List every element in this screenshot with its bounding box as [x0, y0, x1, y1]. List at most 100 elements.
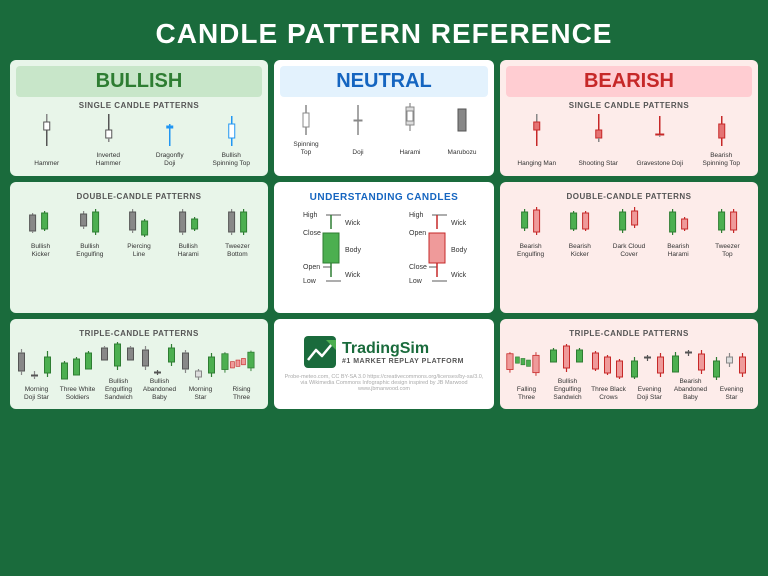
- footer-logo: TradingSim #1 MARKET REPLAY PLATFORM: [304, 336, 464, 368]
- bullish-column: BULLISH SINGLE CANDLE PATTERNS Hammer: [10, 60, 268, 176]
- bearish-engulfing-sandwich-svg: [547, 340, 588, 378]
- spinning-top-pattern: SpinningTop: [280, 101, 332, 157]
- bearish-spinning-top-svg: [691, 112, 753, 150]
- falling-three-pattern: FallingThree: [506, 345, 547, 401]
- evening-star-pattern: EveningStar: [711, 345, 752, 401]
- bearish-kicker-label: BearishKicker: [569, 241, 591, 259]
- bearish-harami-label: BearishHarami: [667, 241, 689, 259]
- piercing-line-pattern: PiercingLine: [114, 203, 163, 259]
- brand-name: TradingSim: [342, 340, 464, 358]
- bearish-double-column: DOUBLE-CANDLE PATTERNS BearishEngulfing: [500, 182, 758, 313]
- gravestone-doji-svg: [629, 112, 691, 150]
- top-three-col: BULLISH SINGLE CANDLE PATTERNS Hammer: [10, 60, 758, 176]
- red-candle-diagram: High Open Close: [386, 207, 488, 307]
- svg-text:Low: Low: [303, 278, 317, 285]
- evening-doji-star-pattern: EveningDoji Star: [629, 345, 670, 401]
- bullish-abandoned-baby-pattern: BullishAbandonedBaby: [139, 340, 180, 401]
- spinning-top-svg: [280, 101, 332, 139]
- bearish-single-row: Hanging Man Shooting Star: [506, 112, 752, 168]
- green-candle-diagram: High Close Open: [280, 207, 382, 307]
- inverted-hammer-svg: [78, 112, 140, 150]
- morning-star-pattern: MorningStar: [180, 345, 221, 401]
- three-white-soldiers-label: Three WhiteSoldiers: [60, 383, 95, 401]
- tweezer-bottom-svg: [213, 203, 262, 241]
- red-candle-svg: High Open Close: [407, 207, 467, 307]
- bearish-abandoned-baby-svg: [670, 340, 711, 378]
- bearish-harami-pattern: BearishHarami: [654, 203, 703, 259]
- understanding-candles-section: High Close Open: [280, 207, 488, 307]
- three-black-crows-svg: [588, 345, 629, 383]
- hammer-label: Hammer: [34, 150, 59, 168]
- evening-doji-star-svg: [629, 345, 670, 383]
- tweezer-top-pattern: TweezerTop: [703, 203, 752, 259]
- three-black-crows-label: Three BlackCrows: [591, 383, 626, 401]
- svg-text:Low: Low: [409, 278, 423, 285]
- marubozu-pattern: Marubozu: [436, 101, 488, 157]
- rising-three-svg: [221, 345, 262, 383]
- morning-doji-star-label: MorningDoji Star: [24, 383, 49, 401]
- bullish-kicker-label: BullishKicker: [31, 241, 50, 259]
- main-container: CANDLE PATTERN REFERENCE BULLISH SINGLE …: [0, 0, 768, 419]
- bullish-spinning-top-label: BullishSpinning Top: [213, 150, 250, 168]
- rising-three-label: RisingThree: [232, 383, 250, 401]
- svg-text:Close: Close: [303, 230, 321, 237]
- bullish-header: BULLISH: [16, 66, 262, 97]
- neutral-header: NEUTRAL: [280, 66, 488, 97]
- morning-star-svg: [180, 345, 221, 383]
- bullish-spinning-top-pattern: BullishSpinning Top: [201, 112, 263, 168]
- bearish-double-label: DOUBLE-CANDLE PATTERNS: [506, 192, 752, 201]
- bearish-abandoned-baby-label: BearishAbandonedBaby: [674, 378, 707, 401]
- marubozu-label: Marubozu: [448, 139, 477, 157]
- bullish-triple-row: MorningDoji Star Three W: [16, 340, 262, 401]
- hanging-man-pattern: Hanging Man: [506, 112, 568, 168]
- bearish-triple-label: TRIPLE-CANDLE PATTERNS: [506, 329, 752, 338]
- neutral-column: NEUTRAL SpinningTop: [274, 60, 494, 176]
- morning-star-label: MorningStar: [189, 383, 212, 401]
- bullish-double-label: DOUBLE-CANDLE PATTERNS: [16, 192, 262, 201]
- bearish-engulfing-sandwich-pattern: BullishEngulfingSandwich: [547, 340, 588, 401]
- bullish-double-row: BullishKicker BullishEngulfing: [16, 203, 262, 259]
- morning-doji-star-pattern: MorningDoji Star: [16, 345, 57, 401]
- bullish-kicker-pattern: BullishKicker: [16, 203, 65, 259]
- bearish-column: BEARISH SINGLE CANDLE PATTERNS Hanging M…: [500, 60, 758, 176]
- doji-label: Doji: [352, 139, 363, 157]
- bullish-harami-pattern: BullishHarami: [164, 203, 213, 259]
- piercing-line-svg: [114, 203, 163, 241]
- bearish-single-label: SINGLE CANDLE PATTERNS: [506, 101, 752, 110]
- hammer-pattern: Hammer: [16, 112, 78, 168]
- svg-text:Wick: Wick: [451, 220, 467, 227]
- bullish-abandoned-baby-label: BullishAbandonedBaby: [143, 378, 176, 401]
- falling-three-label: FallingThree: [517, 383, 536, 401]
- evening-doji-star-label: EveningDoji Star: [637, 383, 662, 401]
- gravestone-doji-pattern: Gravestone Doji: [629, 112, 691, 168]
- doji-pattern: Doji: [332, 101, 384, 157]
- bearish-engulfing-pattern: BearishEngulfing: [506, 203, 555, 259]
- footer-brand-text: TradingSim #1 MARKET REPLAY PLATFORM: [342, 340, 464, 365]
- svg-text:Wick: Wick: [345, 272, 361, 279]
- tweezer-top-svg: [703, 203, 752, 241]
- shooting-star-label: Shooting Star: [579, 150, 618, 168]
- bearish-spinning-top-label: BearishSpinning Top: [703, 150, 740, 168]
- three-white-soldiers-pattern: Three WhiteSoldiers: [57, 345, 98, 401]
- bullish-engulfing-sandwich-pattern: BullishEngulfingSandwich: [98, 340, 139, 401]
- footer-column: TradingSim #1 MARKET REPLAY PLATFORM Pro…: [274, 319, 494, 409]
- shooting-star-svg: [568, 112, 630, 150]
- bullish-engulfing-sandwich-svg: [98, 340, 139, 378]
- neutral-single-row: SpinningTop Doji: [280, 101, 488, 157]
- bullish-harami-label: BullishHarami: [178, 241, 199, 259]
- evening-star-label: EveningStar: [720, 383, 744, 401]
- morning-doji-star-svg: [16, 345, 57, 383]
- svg-text:Open: Open: [409, 230, 426, 237]
- piercing-line-label: PiercingLine: [127, 241, 150, 259]
- spinning-top-label: SpinningTop: [293, 139, 318, 157]
- understanding-label: UNDERSTANDING CANDLES: [280, 192, 488, 203]
- falling-three-svg: [506, 345, 547, 383]
- shooting-star-pattern: Shooting Star: [568, 112, 630, 168]
- three-black-crows-pattern: Three BlackCrows: [588, 345, 629, 401]
- bearish-triple-column: TRIPLE-CANDLE PATTERNS Fal: [500, 319, 758, 409]
- bullish-kicker-svg: [16, 203, 65, 241]
- green-candle-svg: High Close Open: [301, 207, 361, 307]
- bearish-engulfing-svg: [506, 203, 555, 241]
- tweezer-bottom-pattern: TweezerBottom: [213, 203, 262, 259]
- bullish-engulfing-pattern: BullishEngulfing: [65, 203, 114, 259]
